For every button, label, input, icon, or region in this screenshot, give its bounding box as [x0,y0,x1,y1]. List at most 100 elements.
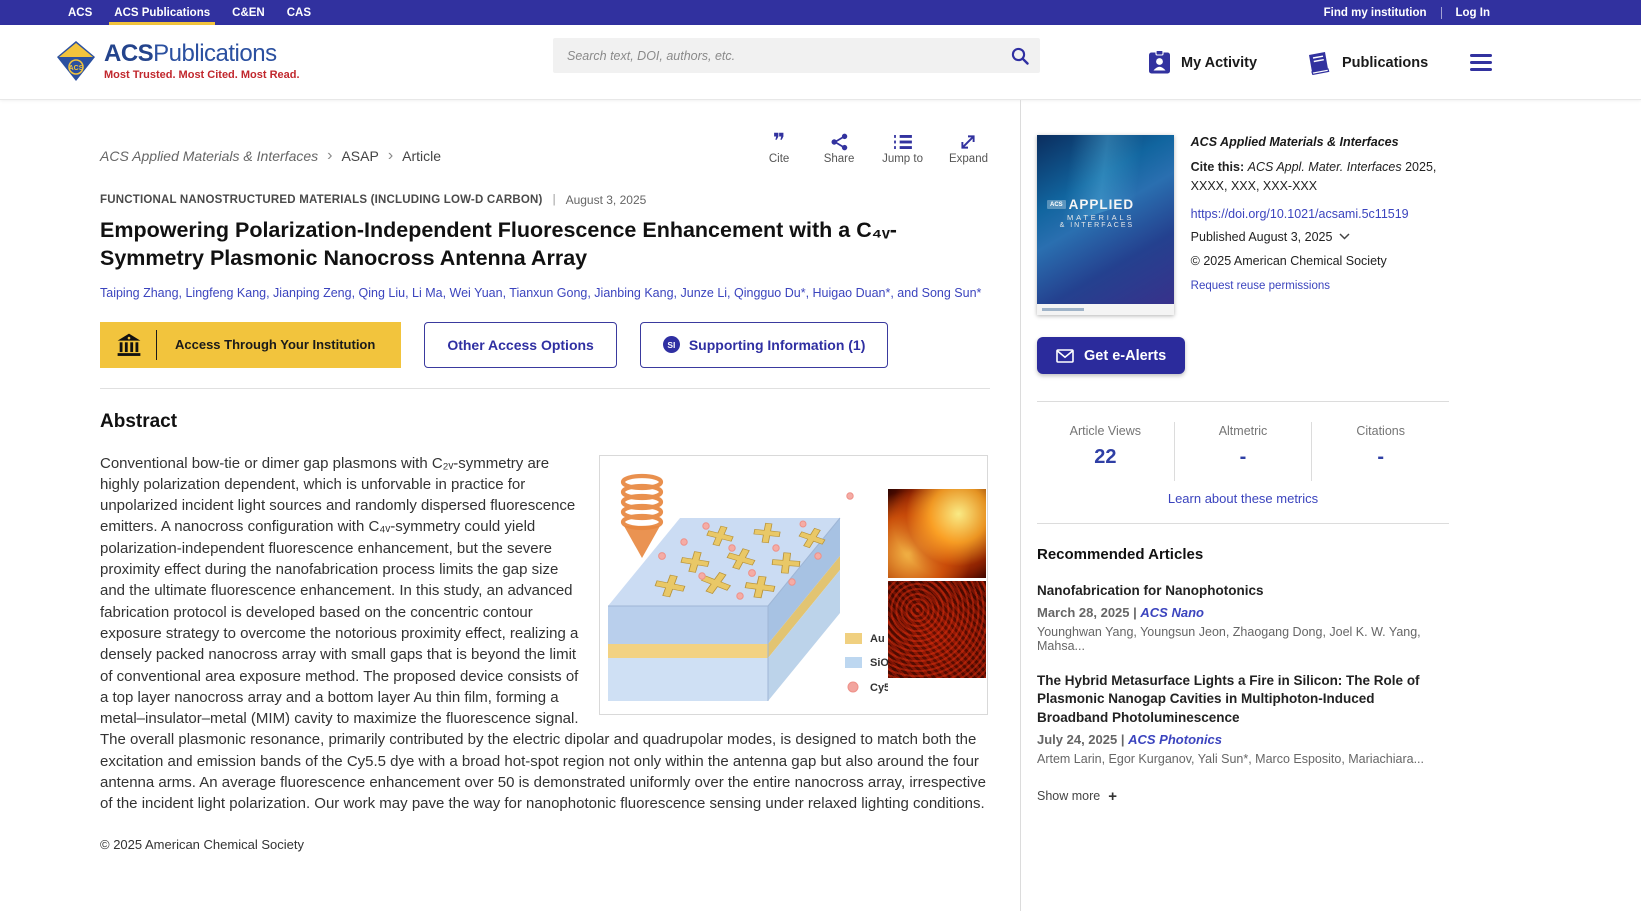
top-bar: ACS ACS Publications C&EN CAS Find my in… [0,0,1641,25]
fluorescence-map-image [888,489,986,578]
doi-link[interactable]: https://doi.org/10.1021/acsami.5c11519 [1191,207,1448,221]
breadcrumb: ACS Applied Materials & Interfaces › ASA… [100,147,441,165]
request-reuse-link[interactable]: Request reuse permissions [1191,280,1448,292]
cover-acs-badge: ACS [1047,200,1066,209]
my-activity-label: My Activity [1181,55,1257,71]
access-institution-label: Access Through Your Institution [175,337,375,352]
breadcrumb-journal[interactable]: ACS Applied Materials & Interfaces [100,148,318,164]
publish-date: August 3, 2025 [566,193,647,207]
svg-text:ACS: ACS [69,65,84,72]
recommended-article-title[interactable]: The Hybrid Metasurface Lights a Fire in … [1037,672,1449,727]
logo-tagline: Most Trusted. Most Cited. Most Read. [104,69,300,81]
topnav-cas[interactable]: CAS [276,0,322,25]
svg-text:Cy5.5: Cy5.5 [870,682,888,694]
topnav-acs-publications[interactable]: ACS Publications [103,0,221,25]
cover-title-materials: MATERIALS [1047,213,1134,222]
publications-menu-button[interactable]: Publications [1305,25,1428,100]
learn-metrics-link[interactable]: Learn about these metrics [1037,491,1449,506]
cite-icon: ❞ [773,133,785,151]
journal-cover-image[interactable]: ACS APPLIED MATERIALS & INTERFACES [1037,135,1174,315]
activity-badge-icon [1148,50,1171,75]
topnav-cen[interactable]: C&EN [221,0,276,25]
expand-label: Expand [949,153,988,165]
article-metrics: Article Views 22 Altmetric - Citations -… [1037,401,1449,506]
search-input[interactable] [553,49,1000,63]
article-copyright: © 2025 American Chemical Society [100,837,990,852]
search-button[interactable] [1000,38,1040,73]
chevron-right-icon: › [327,147,332,165]
breadcrumb-asap[interactable]: ASAP [341,148,378,164]
abstract-graphic[interactable]: Au SiO₂ Cy5.5 [599,455,988,715]
expand-button[interactable]: Expand [949,133,988,165]
divider [156,330,157,360]
recommended-article: Nanofabrication for Nanophotonics March … [1037,582,1449,653]
logo-publications-text: Publications [153,40,276,67]
recommended-article: The Hybrid Metasurface Lights a Fire in … [1037,672,1449,766]
cite-button[interactable]: ❞ Cite [762,133,796,165]
get-e-alerts-label: Get e-Alerts [1084,348,1166,364]
share-button[interactable]: Share [822,133,856,165]
supporting-info-label: Supporting Information (1) [689,337,866,353]
metric-citations: Citations - [1311,422,1449,481]
jump-to-label: Jump to [882,153,923,165]
show-more-label: Show more [1037,789,1100,803]
my-activity-button[interactable]: My Activity [1148,25,1257,100]
share-icon [830,133,849,151]
other-access-label: Other Access Options [447,337,594,353]
recommended-article-title[interactable]: Nanofabrication for Nanophotonics [1037,582,1449,600]
find-institution-link[interactable]: Find my institution [1324,7,1427,19]
recommended-articles: Recommended Articles Nanofabrication for… [1037,523,1449,805]
svg-text:SiO₂: SiO₂ [870,657,888,669]
altmetric-count: - [1175,446,1312,469]
divider [100,388,990,389]
sidebar-copyright: © 2025 American Chemical Society [1191,254,1448,268]
citation-line: Cite this: ACS Appl. Mater. Interfaces 2… [1191,158,1448,196]
access-institution-button[interactable]: Access Through Your Institution [100,322,401,368]
hamburger-menu-icon[interactable] [1470,54,1492,75]
log-in-link[interactable]: Log In [1456,7,1491,19]
cover-title-interfaces: & INTERFACES [1047,222,1134,229]
published-date-toggle[interactable]: Published August 3, 2025 [1191,230,1448,244]
book-icon [1305,51,1332,75]
citations-count: - [1312,446,1449,469]
envelope-icon [1056,349,1074,363]
author-list[interactable]: Taiping Zhang, Lingfeng Kang, Jianping Z… [100,285,990,303]
search-icon [1011,47,1029,65]
figure-legend: Au SiO₂ Cy5.5 [845,633,888,694]
jump-to-button[interactable]: Jump to [882,133,923,165]
abstract-heading: Abstract [100,411,990,433]
recommended-article-meta: March 28, 2025 | ACS Nano [1037,605,1449,620]
nanocross-schematic-illustration: Au SiO₂ Cy5.5 [600,456,888,714]
institution-icon [116,332,142,358]
article-sidebar: ACS APPLIED MATERIALS & INTERFACES ACS A… [1020,100,1448,911]
cite-label: Cite [769,153,789,165]
supporting-info-button[interactable]: SI Supporting Information (1) [640,322,889,368]
topnav-acs[interactable]: ACS [57,0,103,25]
abstract-body: Au SiO₂ Cy5.5 Conventional bow-tie or di… [100,453,988,815]
article-views-count: 22 [1037,446,1174,469]
recommended-article-authors: Younghwan Yang, Youngsun Jeon, Zhaogang … [1037,625,1449,653]
plus-icon: + [1108,788,1117,805]
share-label: Share [824,153,855,165]
brand-nav: ACS ACS Publications C&EN CAS [57,0,322,25]
recommended-journal-link[interactable]: ACS Nano [1140,605,1204,620]
fluorescence-map-image [888,581,986,678]
chevron-right-icon: › [388,147,393,165]
journal-name[interactable]: ACS Applied Materials & Interfaces [1191,135,1448,149]
get-e-alerts-button[interactable]: Get e-Alerts [1037,337,1185,374]
chevron-down-icon [1339,233,1350,240]
article-actions: ❞ Cite Share [762,133,988,165]
metric-altmetric: Altmetric - [1174,422,1312,481]
cover-title-applied: APPLIED [1069,197,1135,212]
show-more-button[interactable]: Show more + [1037,788,1449,805]
search-bar [553,38,1040,73]
fluorescence-images [888,456,986,714]
cover-footer [1037,304,1174,315]
metric-article-views: Article Views 22 [1037,422,1174,481]
expand-icon [959,133,977,151]
article-category[interactable]: FUNCTIONAL NANOSTRUCTURED MATERIALS (INC… [100,194,543,206]
acs-publications-logo[interactable]: ACS ACSPublications Most Trusted. Most C… [57,41,300,81]
topbar-right: Find my institution Log In [1324,0,1490,25]
other-access-button[interactable]: Other Access Options [424,322,617,368]
recommended-journal-link[interactable]: ACS Photonics [1128,732,1222,747]
